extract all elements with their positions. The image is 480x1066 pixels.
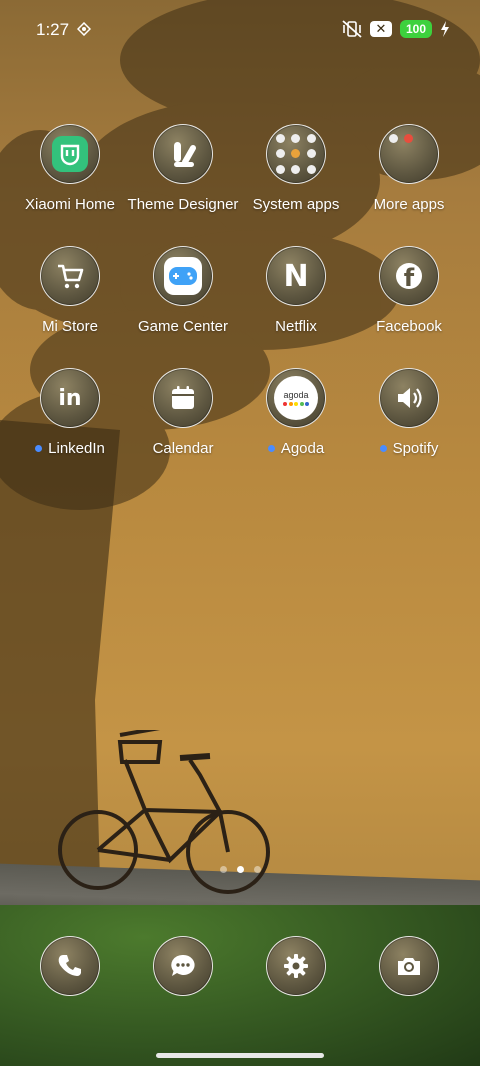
app-label: System apps — [252, 196, 340, 213]
app-xiaomi-home[interactable]: Xiaomi Home — [10, 124, 130, 213]
linkedin-icon-button[interactable]: in — [40, 368, 100, 428]
app-label: Spotify — [379, 440, 438, 457]
facebook-icon: f — [396, 263, 422, 289]
new-install-dot — [379, 445, 387, 452]
app-agoda[interactable]: agoda Agoda — [236, 368, 356, 457]
status-bar: 1:27 ✕ 100 — [0, 0, 480, 62]
status-icons: ✕ 100 — [342, 20, 450, 38]
app-label: Theme Designer — [127, 196, 239, 213]
status-time: 1:27 — [36, 20, 70, 39]
bicycle-image — [58, 730, 270, 894]
theme-designer-icon — [174, 142, 196, 167]
mi-store-icon-button[interactable] — [40, 246, 100, 306]
phone-icon — [58, 955, 81, 976]
new-install-dot — [35, 445, 43, 452]
app-theme-designer[interactable]: Theme Designer — [123, 124, 243, 213]
app-calendar[interactable]: Calendar — [123, 368, 243, 457]
settings-icon — [284, 954, 308, 978]
netflix-icon-button[interactable]: N — [266, 246, 326, 306]
camera-icon — [398, 958, 420, 975]
app-label: Facebook — [376, 318, 442, 335]
dock-messages[interactable] — [123, 936, 243, 996]
dock-settings[interactable] — [236, 936, 356, 996]
app-linkedin[interactable]: in LinkedIn — [10, 368, 130, 457]
game-center-icon-button[interactable] — [153, 246, 213, 306]
app-label: Calendar — [152, 440, 214, 457]
mi-home-icon — [52, 136, 88, 172]
app-label: Agoda — [267, 440, 324, 457]
vibrate-off-icon — [342, 20, 362, 38]
new-install-dot — [267, 445, 275, 452]
app-label: Game Center — [137, 318, 229, 335]
gamepad-icon — [164, 257, 202, 295]
page-dot-active[interactable] — [236, 866, 244, 873]
app-facebook[interactable]: f Facebook — [349, 246, 469, 335]
agoda-icon: agoda — [274, 376, 318, 420]
speaker-icon — [398, 388, 422, 408]
spotify-icon-button[interactable] — [379, 368, 439, 428]
messages-icon — [171, 954, 195, 976]
facebook-icon-button[interactable]: f — [379, 246, 439, 306]
app-system-apps-folder[interactable]: System apps — [236, 124, 356, 213]
folder-icon — [274, 132, 318, 176]
phone-button[interactable] — [40, 936, 100, 996]
app-netflix[interactable]: N Netflix — [236, 246, 356, 335]
settings-button[interactable] — [266, 936, 326, 996]
netflix-icon: N — [283, 258, 309, 294]
page-dot[interactable] — [253, 866, 261, 873]
camera-button[interactable] — [379, 936, 439, 996]
page-indicator[interactable] — [0, 866, 480, 873]
calendar-icon — [172, 386, 194, 409]
app-label: LinkedIn — [35, 440, 105, 457]
calendar-icon-button[interactable] — [153, 368, 213, 428]
x-status-icon: ✕ — [369, 21, 392, 37]
page-dot[interactable] — [219, 866, 227, 873]
app-spotify[interactable]: Spotify — [349, 368, 469, 457]
dock-phone[interactable] — [10, 936, 130, 996]
theme-designer-icon-button[interactable] — [153, 124, 213, 184]
app-label: Netflix — [275, 318, 317, 335]
agoda-icon-button[interactable]: agoda — [266, 368, 326, 428]
app-label: More apps — [373, 196, 445, 213]
linkedin-icon: in — [58, 385, 82, 411]
app-label: Mi Store — [42, 318, 98, 335]
messages-button[interactable] — [153, 936, 213, 996]
battery-indicator: 100 — [399, 20, 432, 38]
system-apps-folder-button[interactable] — [266, 124, 326, 184]
diamond-icon — [77, 22, 91, 36]
folder-icon — [387, 132, 431, 176]
cart-icon — [58, 264, 84, 289]
dock-camera[interactable] — [349, 936, 469, 996]
app-more-apps-folder[interactable]: More apps — [349, 124, 469, 213]
charging-bolt-icon — [441, 21, 449, 37]
app-game-center[interactable]: Game Center — [123, 246, 243, 335]
gesture-nav-handle[interactable] — [156, 1053, 324, 1058]
more-apps-folder-button[interactable] — [379, 124, 439, 184]
xiaomi-home-icon-button[interactable] — [40, 124, 100, 184]
app-label: Xiaomi Home — [24, 196, 116, 213]
app-mi-store[interactable]: Mi Store — [10, 246, 130, 335]
